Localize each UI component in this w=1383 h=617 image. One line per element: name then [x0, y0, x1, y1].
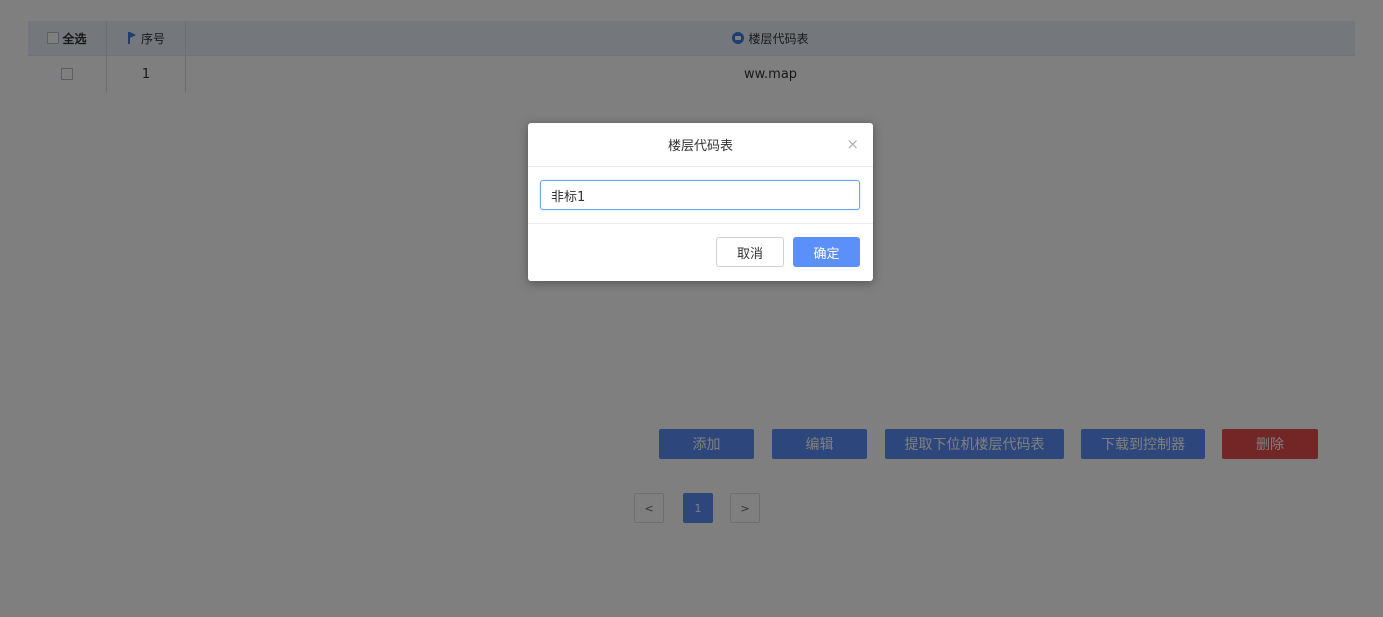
floor-code-name-input[interactable] [540, 180, 860, 210]
dialog-header: 楼层代码表 × [528, 123, 873, 167]
close-icon[interactable]: × [846, 136, 859, 152]
confirm-button[interactable]: 确定 [793, 237, 860, 267]
modal-overlay[interactable] [0, 0, 1383, 617]
cancel-button[interactable]: 取消 [716, 237, 784, 267]
dialog-body [528, 167, 873, 224]
floor-code-dialog: 楼层代码表 × 取消 确定 [528, 123, 873, 281]
dialog-footer: 取消 确定 [528, 224, 873, 282]
dialog-title: 楼层代码表 [667, 139, 733, 154]
